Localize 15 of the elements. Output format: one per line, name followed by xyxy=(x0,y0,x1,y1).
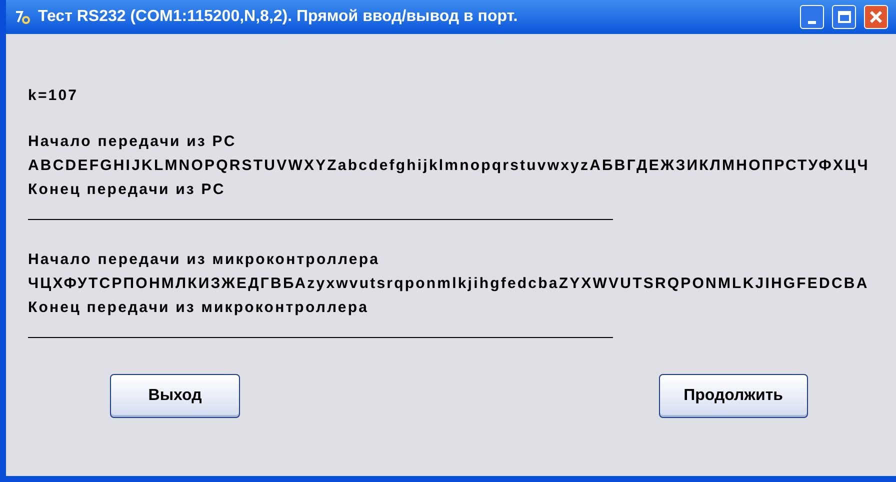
dialog-button[interactable]: Продолжить xyxy=(658,374,808,418)
output-line: Конец передачи из микроконтроллера xyxy=(28,298,370,318)
output-line: k=107 xyxy=(28,86,80,106)
app-icon xyxy=(14,9,30,25)
dialog-button[interactable]: Выход xyxy=(110,374,240,418)
minimize-button[interactable] xyxy=(800,5,824,29)
output-line: Конец передачи из PC xyxy=(28,180,226,200)
close-button[interactable] xyxy=(864,5,888,29)
output-line: Начало передачи из микроконтроллера xyxy=(28,250,381,270)
output-line: Начало передачи из PC xyxy=(28,132,238,152)
window-title: Тест RS232 (COM1:115200,N,8,2). Прямой ввод/вывод в порт. xyxy=(38,7,519,27)
close-icon xyxy=(869,10,883,24)
output-line: ЧЦХФУТСРПОНМЛКИЗЖЕДГВБАzyxwvutsrqponmlkjihgfedcbaZYXWVUTSRQPONMLKJIHGFEDCBA xyxy=(28,274,870,294)
maximize-button[interactable] xyxy=(832,5,856,29)
output-line: ABCDEFGHIJKLMNOPQRSTUVWXYZabcdefghijklmnopqrstuvwxyzАБВГДЕЖЗИКЛМНОПРСТУФХЦЧ xyxy=(28,156,870,176)
